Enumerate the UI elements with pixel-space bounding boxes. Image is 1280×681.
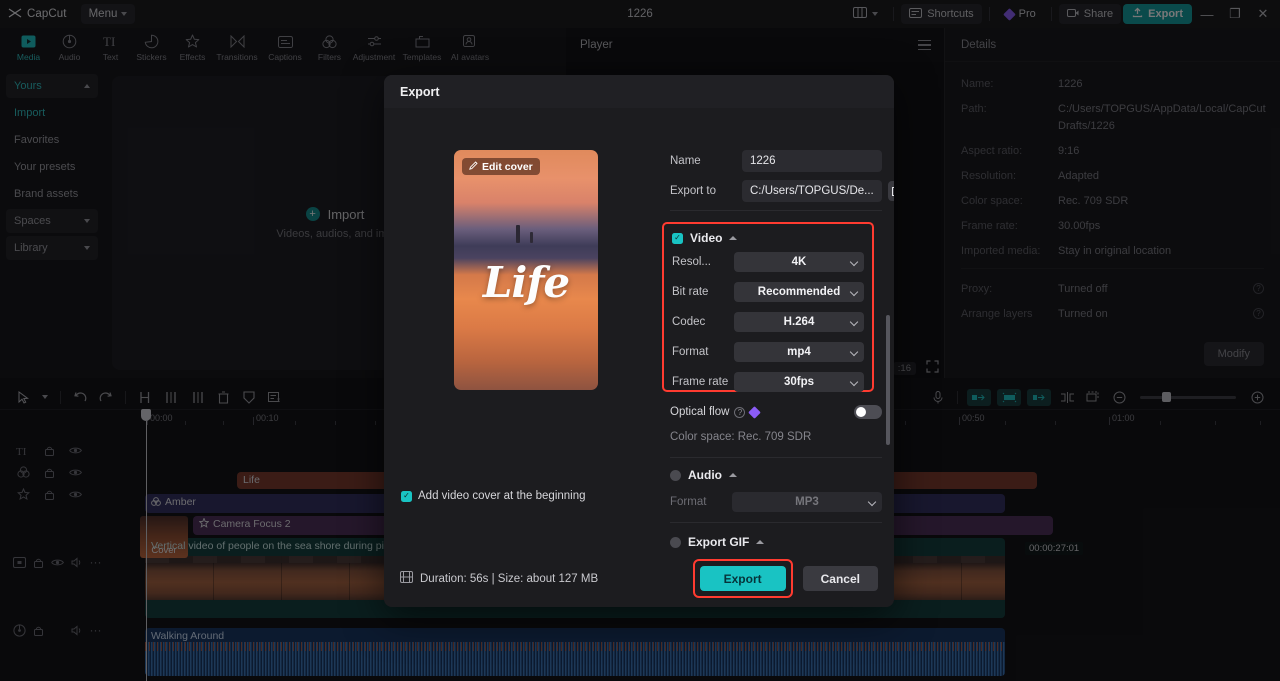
setting-label: Format: [670, 496, 707, 508]
audio-format-value: MP3: [795, 496, 819, 508]
chevron-down-icon: [849, 347, 859, 357]
gif-section-title: Export GIF: [688, 535, 750, 549]
bitrate-value: Recommended: [757, 286, 841, 298]
dialog-footer: Duration: 56s | Size: about 127 MB Expor…: [384, 550, 894, 607]
format-select[interactable]: mp4: [734, 342, 864, 362]
setting-row-audio-format: Format MP3: [670, 492, 882, 512]
lower-settings: Optical flow ? Color space: Rec. 709 SDR…: [670, 315, 890, 559]
setting-label: Format: [672, 346, 709, 358]
export-button-highlight: Export: [692, 559, 793, 598]
setting-row-framerate: Frame rate 30fps: [672, 372, 864, 392]
add-video-cover-row[interactable]: Add video cover at the beginning: [401, 490, 586, 502]
setting-row-resolution: Resol... 4K: [672, 252, 864, 272]
export-path-input[interactable]: C:/Users/TOPGUS/De...: [742, 180, 882, 202]
pencil-icon: [469, 160, 478, 173]
optical-flow-row: Optical flow ?: [670, 403, 882, 421]
dialog-body: Life Edit cover Add video cover at the b…: [384, 108, 894, 573]
edit-cover-button[interactable]: Edit cover: [462, 158, 540, 175]
add-cover-checkbox[interactable]: [401, 490, 412, 502]
video-section-title: Video: [690, 231, 723, 245]
chevron-down-icon: [867, 497, 877, 507]
divider: [670, 522, 882, 523]
export-label: Export: [723, 571, 762, 586]
setting-row-codec: Codec H.264: [672, 312, 864, 332]
export-dialog: Export Life Edit cover Add video cover a…: [384, 75, 894, 607]
person-silhouette: [516, 225, 520, 243]
chevron-down-icon: [849, 317, 859, 327]
export-confirm-button[interactable]: Export: [699, 566, 786, 591]
add-cover-label: Add video cover at the beginning: [418, 490, 586, 502]
export-fields: Name 1226 Export to C:/Users/TOPGUS/De..…: [670, 150, 894, 221]
optical-flow-label: Optical flow: [670, 406, 730, 418]
chevron-down-icon: [849, 377, 859, 387]
optical-flow-toggle[interactable]: [854, 405, 882, 419]
setting-label: Codec: [672, 316, 706, 328]
duration-text: Duration: 56s | Size: about 127 MB: [420, 572, 599, 585]
setting-row-bitrate: Bit rate Recommended: [672, 282, 864, 302]
resolution-value: 4K: [791, 256, 807, 268]
framerate-select[interactable]: 30fps: [734, 372, 864, 392]
cancel-label: Cancel: [820, 571, 860, 586]
audio-format-select[interactable]: MP3: [732, 492, 882, 512]
resolution-select[interactable]: 4K: [734, 252, 864, 272]
codec-value: H.264: [783, 316, 815, 328]
help-icon[interactable]: ?: [734, 406, 746, 418]
chevron-up-icon[interactable]: [729, 236, 738, 240]
chevron-up-icon[interactable]: [756, 540, 765, 544]
video-section-checkbox[interactable]: [672, 232, 683, 244]
video-section-header[interactable]: Video: [672, 231, 864, 245]
field-label: Export to: [670, 185, 717, 197]
field-row-name: Name 1226: [670, 150, 882, 172]
framerate-value: 30fps: [783, 376, 815, 388]
chevron-up-icon[interactable]: [729, 473, 737, 477]
film-icon: [400, 571, 413, 586]
format-value: mp4: [787, 346, 811, 358]
cover-preview[interactable]: Life Edit cover: [454, 150, 598, 390]
gif-section-checkbox[interactable]: [670, 536, 681, 548]
audio-section-header[interactable]: Audio: [670, 468, 882, 482]
audio-section-title: Audio: [688, 468, 722, 482]
chevron-down-icon: [849, 257, 859, 267]
setting-label: Frame rate: [672, 376, 729, 388]
cancel-button[interactable]: Cancel: [802, 566, 878, 591]
name-input[interactable]: 1226: [742, 150, 882, 172]
setting-row-format: Format mp4: [672, 342, 864, 362]
codec-select[interactable]: H.264: [734, 312, 864, 332]
audio-settings-section: Audio Format MP3: [670, 468, 882, 512]
color-space-text: Color space: Rec. 709 SDR: [670, 431, 812, 443]
duration-info: Duration: 56s | Size: about 127 MB: [400, 571, 598, 586]
chevron-down-icon: [849, 287, 859, 297]
cover-overlay-title: Life: [482, 258, 570, 307]
browse-folder-button[interactable]: [887, 181, 894, 201]
person-silhouette-small: [530, 232, 533, 243]
bitrate-select[interactable]: Recommended: [734, 282, 864, 302]
video-settings-section: Video Resol... 4K Bit rate Recommended: [662, 222, 874, 392]
gif-section-header[interactable]: Export GIF: [670, 535, 882, 549]
capcut-window: CapCut Menu 1226 Shortcuts: [0, 0, 1280, 681]
footer-buttons: Export Cancel: [692, 559, 878, 598]
setting-label: Bit rate: [672, 286, 709, 298]
divider: [670, 210, 882, 211]
dialog-header: Export: [384, 75, 894, 108]
settings-scrollbar[interactable]: [886, 315, 890, 445]
pro-diamond-icon: [748, 405, 762, 419]
field-label: Name: [670, 155, 701, 167]
audio-section-checkbox[interactable]: [670, 469, 681, 481]
field-row-export-to: Export to C:/Users/TOPGUS/De...: [670, 180, 894, 202]
divider: [670, 457, 882, 458]
setting-label: Resol...: [672, 256, 711, 268]
edit-cover-label: Edit cover: [482, 160, 533, 173]
dialog-title: Export: [400, 84, 440, 99]
